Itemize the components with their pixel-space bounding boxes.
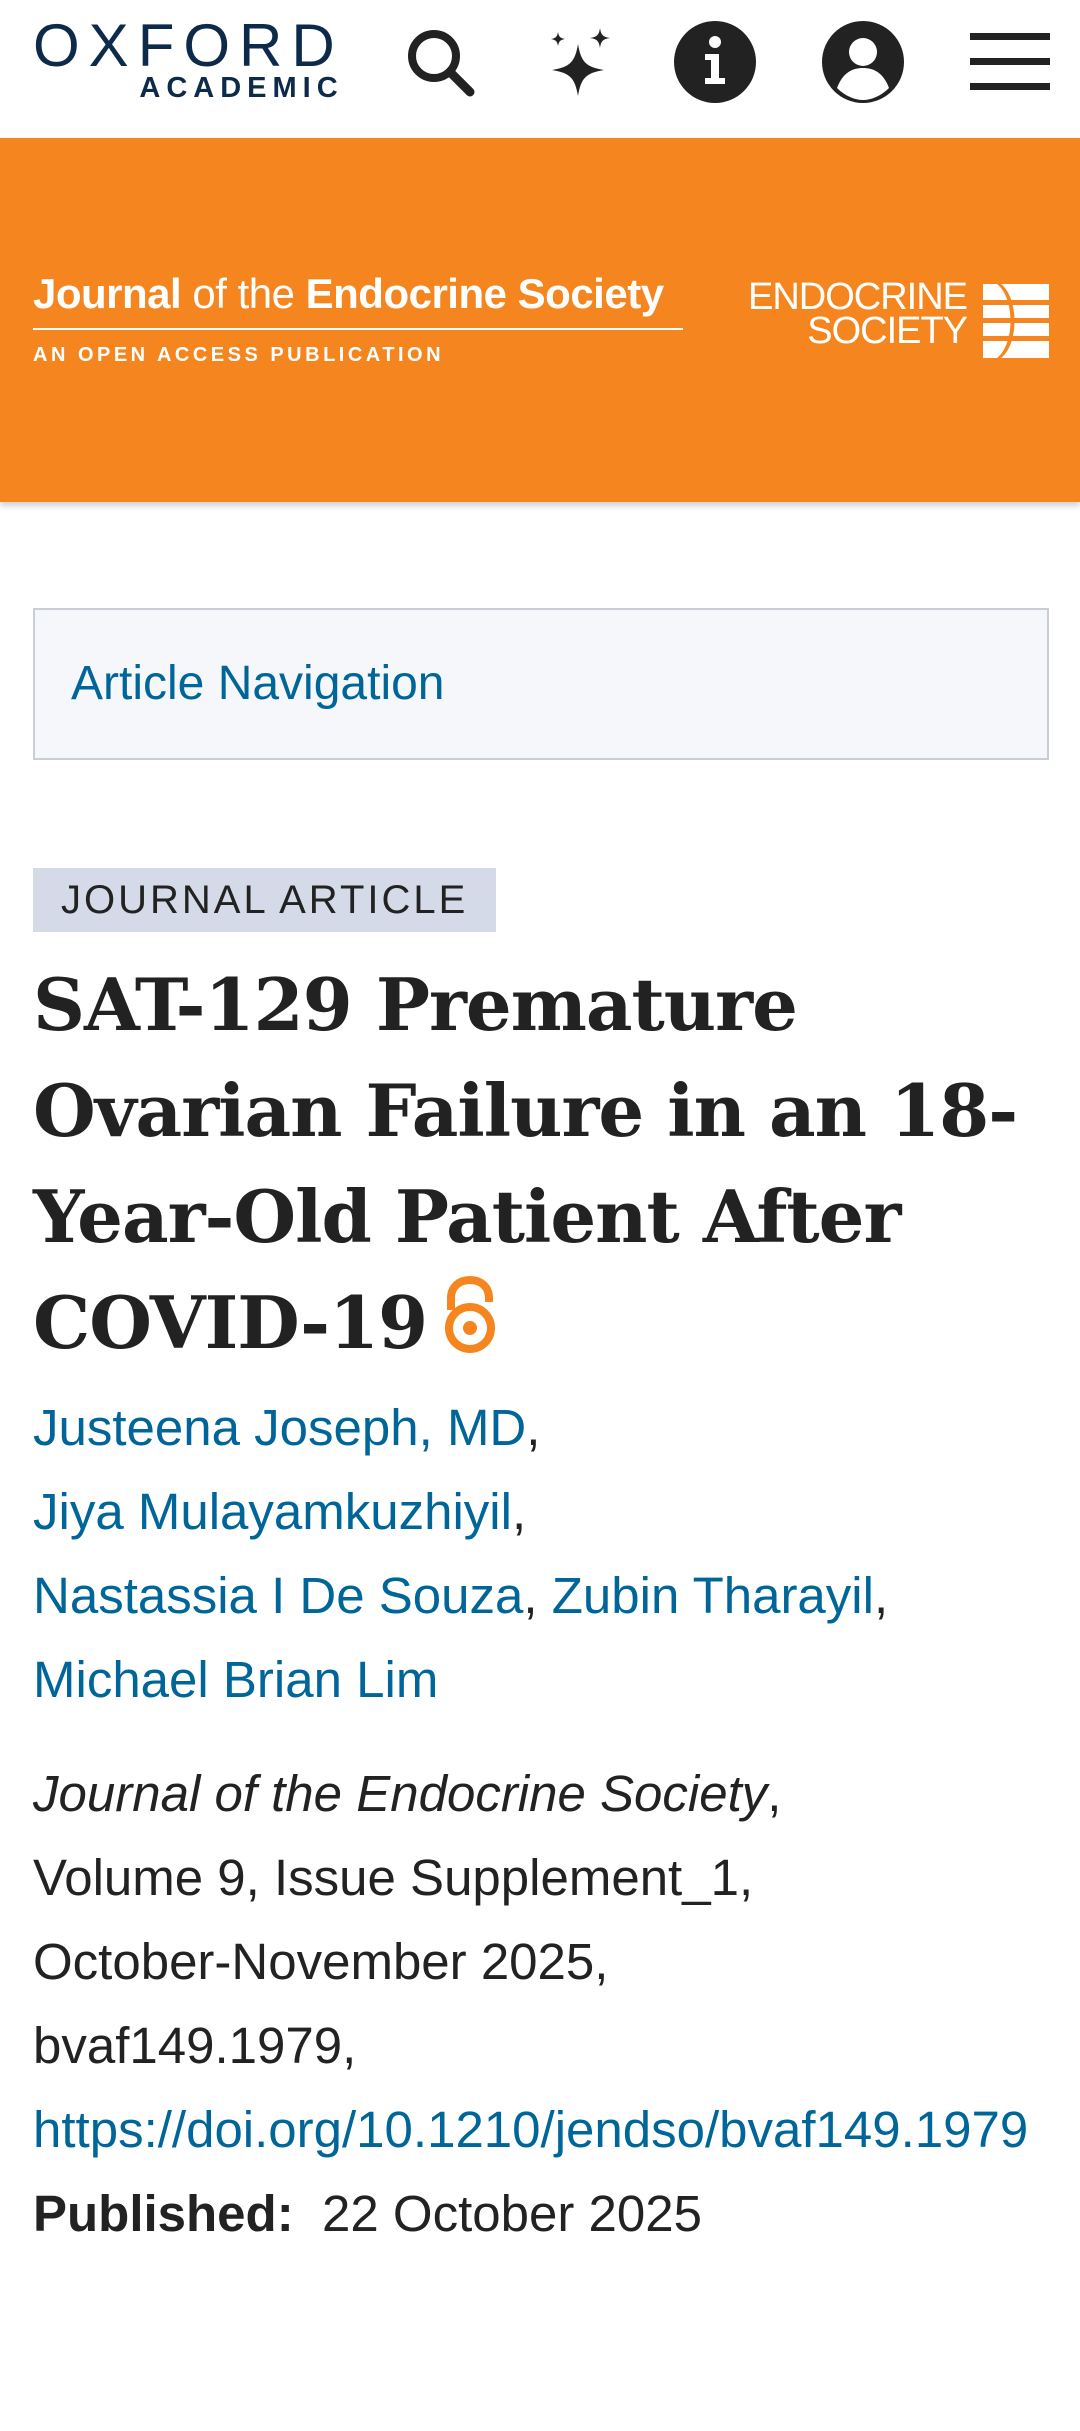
journal-subtitle: AN OPEN ACCESS PUBLICATION <box>33 344 445 366</box>
article-title-text: SAT-129 Premature Ovarian Failure in an … <box>33 962 1018 1365</box>
journal-title-part: Endocrine Society <box>305 270 664 317</box>
author-link[interactable]: Zubin Tharayil <box>552 1567 874 1624</box>
article-navigation[interactable]: Article Navigation <box>33 608 1049 760</box>
account-icon[interactable] <box>821 20 905 104</box>
citation-article-id: bvaf149.1979, <box>33 2017 357 2074</box>
endocrine-society-logo[interactable]: ENDOCRINE SOCIETY <box>748 276 968 352</box>
published-date: 22 October 2025 <box>322 2185 702 2242</box>
author-link[interactable]: Justeena Joseph, MD <box>33 1399 526 1456</box>
journal-banner: Journal of the Endocrine Society AN OPEN… <box>0 138 1080 502</box>
author-link[interactable]: Jiya Mulayamkuzhiyil <box>33 1483 512 1540</box>
society-mark-icon <box>983 284 1049 363</box>
sparkle-icon[interactable] <box>540 20 624 104</box>
open-access-icon <box>443 1275 497 1382</box>
published-label: Published: <box>33 2185 294 2242</box>
top-bar: OXFORD ACADEMIC <box>0 0 1080 138</box>
info-icon[interactable] <box>673 20 757 104</box>
author-link[interactable]: Nastassia I De Souza <box>33 1567 523 1624</box>
doi-link[interactable]: https://doi.org/10.1210/jendso/bvaf149.1… <box>33 2101 1028 2158</box>
logo-text-top: OXFORD <box>33 12 344 79</box>
journal-title-part: of the <box>181 270 306 317</box>
society-line-1: ENDOCRINE <box>748 276 968 318</box>
citation-date: October-November 2025, <box>33 1933 609 1990</box>
journal-title-underline <box>33 328 683 330</box>
citation-journal-name: Journal of the Endocrine Society <box>33 1765 768 1822</box>
article-title: SAT-129 Premature Ovarian Failure in an … <box>33 952 1043 1382</box>
menu-icon[interactable] <box>968 20 1052 104</box>
article-type-badge: JOURNAL ARTICLE <box>33 868 497 932</box>
journal-title[interactable]: Journal of the Endocrine Society <box>33 270 664 318</box>
article-navigation-label: Article Navigation <box>71 657 445 710</box>
oxford-academic-logo[interactable]: OXFORD ACADEMIC <box>33 16 344 105</box>
journal-title-part: Journal <box>33 270 182 317</box>
search-icon[interactable] <box>398 20 482 104</box>
citation-volume: Volume 9, Issue Supplement_1, <box>33 1849 754 1906</box>
society-line-2: SOCIETY <box>807 310 968 352</box>
citation-block: Journal of the Endocrine Society, Volume… <box>33 1765 1029 2242</box>
author-link[interactable]: Michael Brian Lim <box>33 1651 438 1708</box>
author-list: Justeena Joseph, MD, Jiya Mulayamkuzhiyi… <box>33 1399 889 1708</box>
